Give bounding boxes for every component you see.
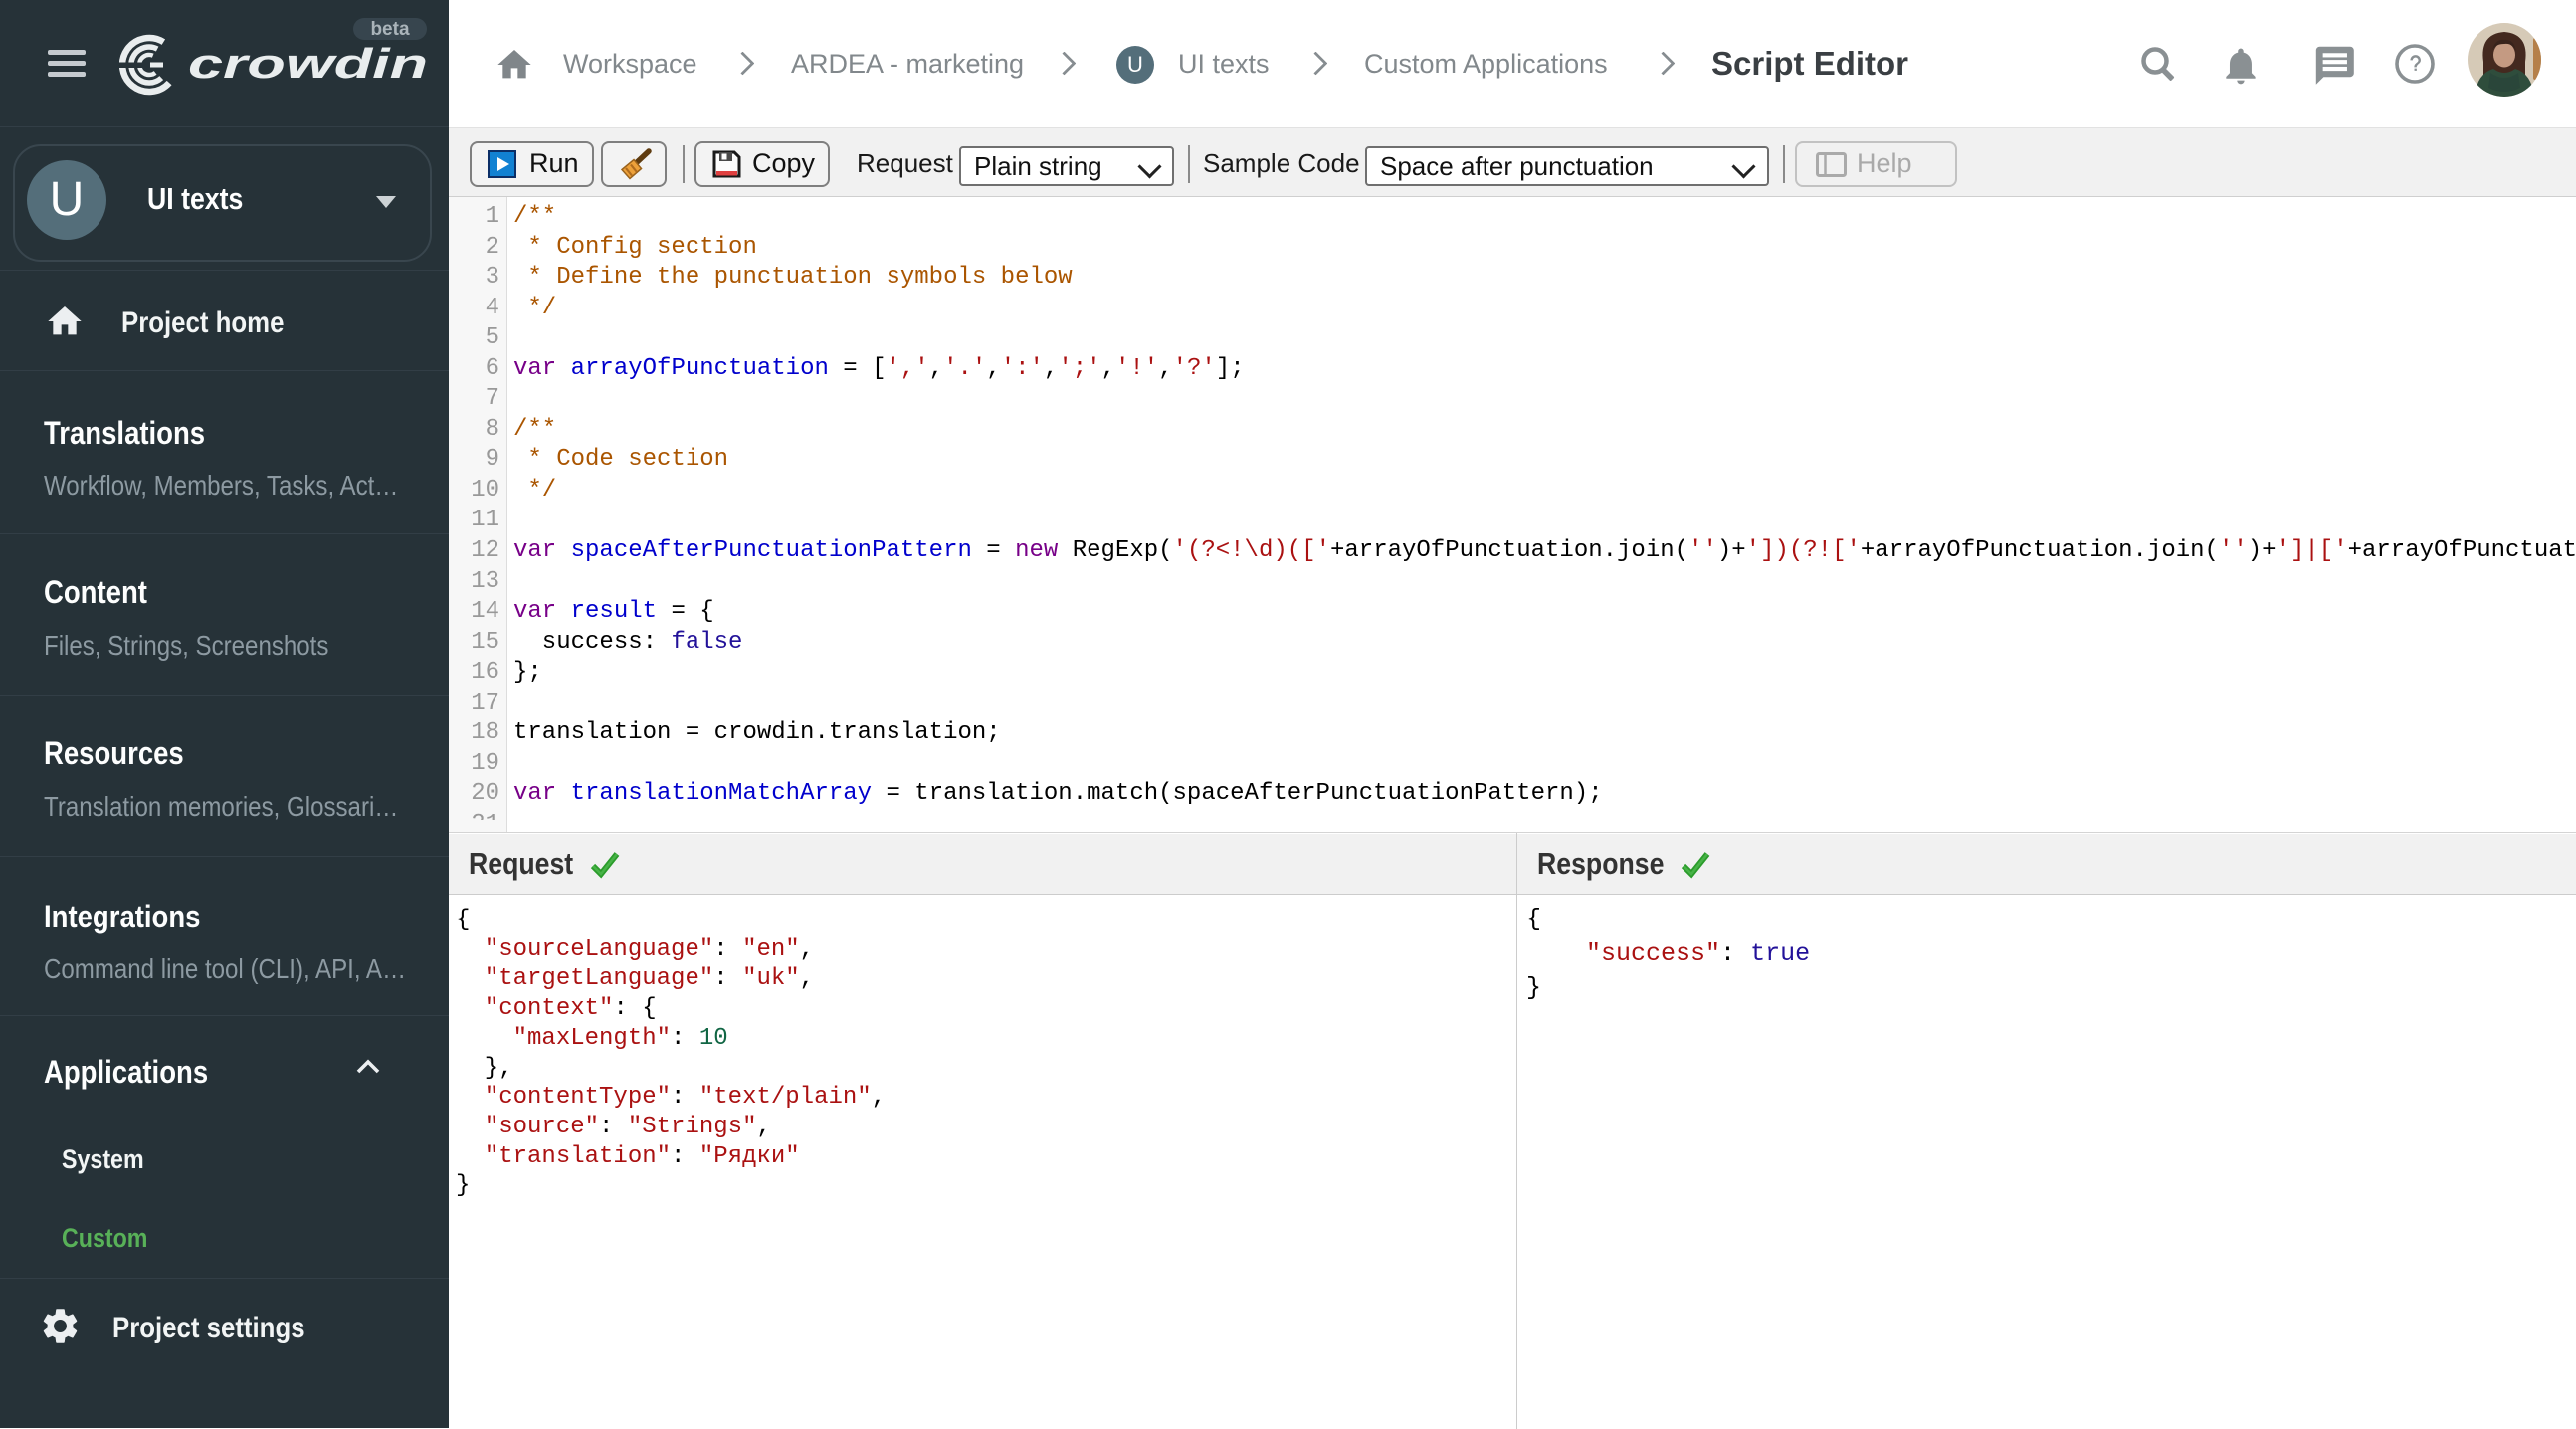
svg-text:crowdin: crowdin	[188, 40, 428, 87]
